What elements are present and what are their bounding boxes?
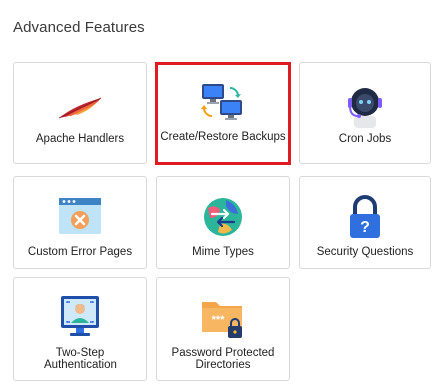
two-step-authentication-card[interactable]: Two-Step Authentication xyxy=(13,277,147,381)
apache-handlers-card[interactable]: Apache Handlers xyxy=(13,62,147,164)
svg-text:***: *** xyxy=(212,314,226,326)
section-title: Advanced Features xyxy=(13,19,145,36)
user-scan-icon xyxy=(55,292,105,342)
feature-label: Create/Restore Backups xyxy=(160,131,286,143)
padlock-question-icon: ? xyxy=(340,192,390,242)
cron-jobs-card[interactable]: Cron Jobs xyxy=(299,62,431,164)
globe-arrows-icon xyxy=(198,192,248,242)
feature-label: Two-Step Authentication xyxy=(44,347,117,371)
svg-text:?: ? xyxy=(360,219,370,236)
password-protected-directories-card[interactable]: *** Password Protected Directories xyxy=(156,277,290,381)
feature-label: Apache Handlers xyxy=(35,133,125,145)
feature-label: Custom Error Pages xyxy=(27,246,133,258)
feather-icon xyxy=(55,80,105,130)
feature-label: Mime Types xyxy=(192,246,254,258)
feature-label: Password Protected Directories xyxy=(171,347,275,371)
error-window-icon xyxy=(55,192,105,242)
feature-label: Cron Jobs xyxy=(338,133,392,145)
create-restore-backups-card[interactable]: Create/Restore Backups xyxy=(155,62,291,165)
custom-error-pages-card[interactable]: Custom Error Pages xyxy=(13,176,147,269)
backup-computers-icon xyxy=(198,78,248,128)
mime-types-card[interactable]: Mime Types xyxy=(156,176,290,269)
folder-lock-icon: *** xyxy=(198,292,248,342)
robot-icon xyxy=(340,80,390,130)
security-questions-card[interactable]: ? Security Questions xyxy=(299,176,431,269)
feature-label: Security Questions xyxy=(316,246,414,258)
